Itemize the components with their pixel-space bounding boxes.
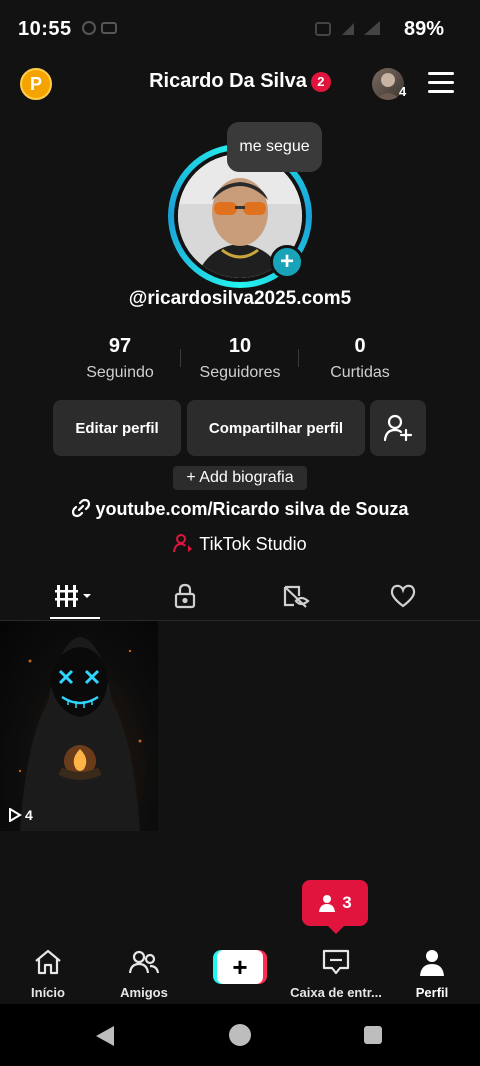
- tab-hidden-tagged[interactable]: [241, 572, 351, 620]
- add-user-icon: [383, 414, 413, 442]
- profile-link-text: youtube.com/Ricardo silva de Souza: [95, 499, 409, 519]
- video-view-count: 4: [8, 807, 33, 823]
- tab-private[interactable]: [130, 572, 240, 620]
- stat-value: 97: [108, 335, 132, 357]
- header-title-row: Ricardo Da Silva 2: [0, 70, 480, 93]
- person-icon: [319, 895, 336, 912]
- username: @ricardosilva2025.com5: [128, 288, 352, 309]
- notification-icons: [82, 20, 122, 39]
- views-value: 4: [25, 807, 33, 823]
- stat-label: Curtidas: [330, 364, 390, 381]
- stat-label: Seguidores: [199, 364, 281, 381]
- plus-icon: +: [217, 950, 263, 984]
- share-profile-button[interactable]: Compartilhar perfil: [187, 400, 365, 456]
- play-icon: [9, 807, 22, 823]
- tab-videos[interactable]: [20, 572, 130, 620]
- hidden-tag-icon: [283, 585, 310, 608]
- nav-home-label: Início: [31, 985, 65, 1000]
- profile-tabs: [0, 572, 480, 621]
- menu-icon[interactable]: [428, 72, 454, 94]
- video-thumbnail[interactable]: [0, 621, 158, 831]
- tiktok-studio-link[interactable]: TikTok Studio: [0, 533, 480, 555]
- status-bar: 10:55 89%: [0, 0, 480, 60]
- add-bio-button[interactable]: + Add biografia: [173, 466, 307, 490]
- stat-value: 0: [354, 335, 366, 357]
- profile-title[interactable]: Ricardo Da Silva: [149, 70, 307, 93]
- status-bubble[interactable]: me segue: [227, 122, 322, 172]
- create-button[interactable]: +: [213, 950, 267, 984]
- home-button-icon[interactable]: [229, 1024, 251, 1046]
- battery-level: 89%: [403, 18, 444, 40]
- home-icon: [35, 949, 61, 975]
- stat-followers[interactable]: 10 Seguidores: [180, 335, 300, 391]
- stat-likes[interactable]: 0 Curtidas: [300, 335, 420, 391]
- nav-inbox-label: Caixa de entr...: [290, 985, 382, 1000]
- nav-friends[interactable]: Amigos: [96, 948, 192, 1000]
- recent-apps-icon[interactable]: [364, 1026, 382, 1044]
- nav-profile-label: Perfil: [415, 985, 449, 1000]
- link-icon: [72, 498, 91, 518]
- studio-label: TikTok Studio: [199, 534, 307, 554]
- title-badge: 2: [310, 71, 331, 92]
- stat-following[interactable]: 97 Seguindo: [60, 335, 180, 391]
- add-avatar-plus-icon[interactable]: +: [270, 245, 304, 279]
- profile-link[interactable]: youtube.com/Ricardo silva de Souza: [0, 498, 480, 520]
- account-count: 4: [399, 84, 407, 99]
- profile-icon: [420, 950, 444, 976]
- heart-icon: [390, 584, 416, 608]
- system-navigation-bar: [0, 1004, 480, 1066]
- divider: [298, 349, 299, 367]
- bottom-navigation: Início Amigos + Caixa de entr... Perfil: [0, 938, 480, 1004]
- nav-profile[interactable]: Perfil: [384, 948, 480, 1000]
- edit-profile-button[interactable]: Editar perfil: [53, 400, 181, 456]
- friends-icon: [128, 950, 160, 974]
- status-time: 10:55: [18, 18, 72, 40]
- profile-stats: 97 Seguindo 10 Seguidores 0 Curtidas: [60, 335, 420, 391]
- studio-user-icon: [173, 534, 193, 553]
- back-icon[interactable]: [96, 1026, 114, 1046]
- lock-icon: [174, 583, 196, 609]
- inbox-notification-popup[interactable]: 3: [302, 880, 368, 934]
- inbox-popup-count: 3: [342, 893, 352, 912]
- stat-value: 10: [228, 335, 252, 357]
- grid-icon: [55, 585, 91, 607]
- nav-home[interactable]: Início: [0, 948, 96, 1000]
- signal-icons: [312, 18, 392, 40]
- stat-label: Seguindo: [86, 364, 154, 381]
- add-friend-button[interactable]: [370, 400, 426, 456]
- inbox-icon: [322, 949, 350, 975]
- nav-friends-label: Amigos: [120, 985, 168, 1000]
- tab-liked[interactable]: [348, 572, 458, 620]
- active-tab-indicator: [50, 617, 100, 619]
- nav-inbox[interactable]: Caixa de entr...: [288, 948, 384, 1000]
